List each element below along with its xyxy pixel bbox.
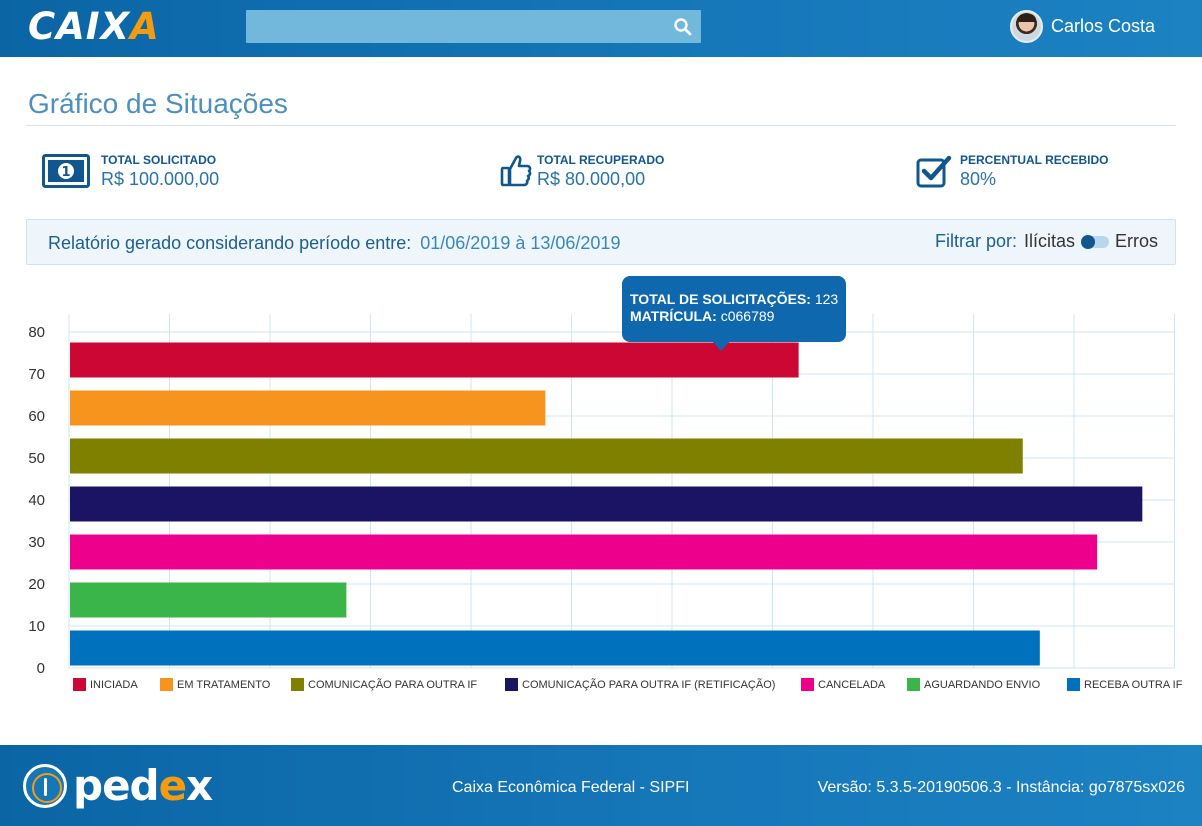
legend-swatch [291, 678, 304, 691]
title-divider [26, 125, 1176, 126]
y-tick-label: 50 [28, 450, 45, 467]
tooltip-matricula: MATRÍCULA: c066789 [630, 308, 846, 325]
legend-item[interactable]: AGUARDANDO ENVIO [907, 678, 1040, 691]
seal-icon [23, 764, 67, 808]
logo-text: CAIX [28, 4, 131, 48]
legend-swatch [505, 678, 518, 691]
y-tick-label: 10 [28, 618, 45, 635]
filter-option-ilicitas[interactable]: Ilícitas [1024, 231, 1075, 252]
filter-label: Filtrar por: [934, 231, 1017, 251]
situations-chart: 0 10 20 30 40 50 60 70 80 [0, 270, 1202, 710]
legend-item[interactable]: COMUNICAÇÃO PARA OUTRA IF (RETIFICAÇÃO) [505, 678, 775, 691]
brand-part-accent: e [158, 761, 187, 810]
page-title: Gráfico de Situações [28, 88, 288, 119]
y-tick-label: 40 [28, 492, 45, 509]
legend-label: RECEBA OUTRA IF [1084, 678, 1183, 691]
report-bar: Relatório gerado considerando período en… [26, 219, 1176, 265]
money-bill-icon: 1 [42, 154, 90, 188]
footer-version: Versão: 5.3.5-20190506.3 - Instância: go… [817, 779, 1185, 796]
legend-item[interactable]: EM TRATAMENTO [160, 678, 270, 691]
y-tick-label: 30 [28, 534, 45, 551]
caixa-logo[interactable]: CAIX A [28, 4, 160, 48]
legend-label: INICIADA [90, 678, 138, 691]
chart-svg: 0 10 20 30 40 50 60 70 80 [28, 314, 1175, 677]
bar-2 [70, 390, 546, 426]
stat-value: R$ 100.000,00 [101, 169, 220, 189]
toggle-knob[interactable] [1080, 234, 1095, 249]
bar-5 [70, 534, 1098, 570]
bar-3 [70, 438, 1023, 474]
user-name: Carlos Costa [1051, 15, 1156, 36]
search-input[interactable] [246, 10, 666, 43]
bar-4 [70, 486, 1143, 522]
period-info: Relatório gerado considerando período en… [48, 233, 620, 254]
legend-label: AGUARDANDO ENVIO [924, 678, 1041, 691]
brand-part: ped [73, 761, 160, 810]
avatar[interactable] [1010, 9, 1043, 43]
legend-swatch [801, 678, 814, 691]
stat-label: TOTAL RECUPERADO [537, 153, 665, 167]
tooltip-total: TOTAL DE SOLICITAÇÕES: 123 [630, 291, 846, 308]
chart-tooltip: TOTAL DE SOLICITAÇÕES: 123 MATRÍCULA: c0… [622, 276, 846, 351]
bar-1 [70, 342, 799, 378]
legend-label: CANCELADA [818, 678, 886, 691]
legend-item[interactable]: COMUNICAÇÃO PARA OUTRA IF [291, 678, 477, 691]
filter-option-erros[interactable]: Erros [1115, 231, 1158, 252]
search-box [246, 10, 701, 43]
legend-swatch [1067, 678, 1080, 691]
legend-label: COMUNICAÇÃO PARA OUTRA IF (RETIFICAÇÃO) [522, 678, 776, 691]
top-bar: CAIX A Carlos Costa [0, 0, 1202, 57]
footer-org: Caixa Econômica Federal - SIPFI [452, 779, 690, 796]
brand-part: x [186, 761, 213, 810]
stat-value: R$ 80.000,00 [537, 169, 646, 189]
legend-swatch [160, 678, 173, 691]
y-tick-label: 0 [37, 660, 45, 677]
legend-item[interactable]: RECEBA OUTRA IF [1067, 678, 1182, 691]
tooltip-total-label: TOTAL DE SOLICITAÇÕES: [630, 291, 811, 307]
user-menu[interactable]: Carlos Costa [1010, 9, 1155, 43]
y-tick-label: 20 [28, 576, 45, 593]
tooltip-matricula-value: c066789 [720, 308, 775, 324]
stat-label: PERCENTUAL RECEBIDO [960, 153, 1109, 167]
bar-6 [70, 582, 347, 618]
legend-swatch [73, 678, 86, 691]
period-label: Relatório gerado considerando período en… [48, 233, 412, 253]
legend-label: EM TRATAMENTO [177, 678, 271, 691]
bar-7 [70, 630, 1040, 666]
chart-legend: INICIADA EM TRATAMENTO COMUNICAÇÃO PARA OU… [0, 678, 1202, 696]
y-tick-label: 80 [28, 324, 45, 341]
period-value: 01/06/2019 à 13/06/2019 [420, 233, 621, 253]
tooltip-total-value: 123 [814, 291, 839, 307]
tooltip-matricula-label: MATRÍCULA: [630, 308, 717, 324]
legend-item[interactable]: CANCELADA [801, 678, 885, 691]
logo-text-accent: A [130, 4, 160, 48]
legend-swatch [907, 678, 920, 691]
search-icon[interactable] [673, 17, 693, 37]
y-tick-label: 60 [28, 408, 45, 425]
filter-toggle[interactable] [1080, 234, 1109, 249]
stat-value: 80% [960, 169, 997, 189]
pedex-wordmark: pedex [73, 761, 213, 810]
pedex-logo: pedex [23, 761, 213, 810]
stat-label: TOTAL SOLICITADO [101, 153, 217, 167]
thumbs-up-icon [500, 155, 532, 187]
filter-control: Filtrar por: Ilícitas Erros [935, 231, 1158, 252]
svg-text:1: 1 [61, 165, 70, 180]
legend-item[interactable]: INICIADA [73, 678, 138, 691]
footer: pedex Caixa Econômica Federal - SIPFI Ve… [0, 745, 1202, 826]
y-tick-label: 70 [28, 366, 45, 383]
legend-label: COMUNICAÇÃO PARA OUTRA IF [308, 678, 478, 691]
check-square-icon [916, 155, 952, 188]
